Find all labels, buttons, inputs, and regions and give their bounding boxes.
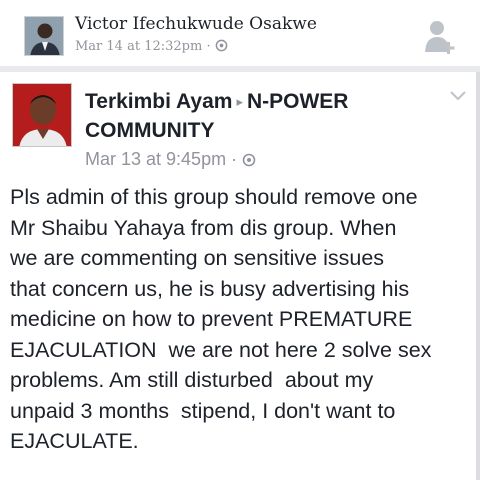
avatar[interactable] — [12, 83, 72, 147]
globe-icon — [242, 153, 256, 167]
post-menu-button[interactable] — [450, 88, 466, 101]
post-body: Pls admin of this group should remove on… — [10, 182, 472, 457]
post-header: Terkimbi Ayam ▸ N-POWER COMMUNITY — [85, 87, 445, 145]
post-text-line: Pls admin of this group should remove on… — [10, 185, 418, 209]
post-text-line: medicine on how to prevent PREMATURE — [10, 307, 413, 331]
post-text-line: EJACULATION we are not here 2 solve sex — [10, 337, 432, 362]
post-meta: Mar 13 at 9:45pm · — [85, 149, 256, 170]
post-meta: Mar 14 at 12:32pm · — [75, 39, 228, 54]
meta-separator: · — [206, 39, 211, 54]
post-card: Terkimbi Ayam ▸ N-POWER COMMUNITY Mar 13 a… — [0, 72, 480, 480]
arrow-right-icon: ▸ — [236, 94, 243, 109]
avatar[interactable] — [24, 16, 64, 56]
post-text-line: that concern us, he is busy advertising … — [10, 276, 410, 301]
person-photo-icon — [13, 84, 71, 146]
meta-separator: · — [231, 149, 238, 169]
add-friend-button[interactable] — [424, 18, 458, 56]
author-name[interactable]: Terkimbi Ayam — [85, 90, 232, 113]
post-text-line: unpaid 3 months stipend, I don't want to — [10, 398, 396, 423]
post-text-line: we are commenting on sensitive issues — [10, 246, 385, 270]
author-name[interactable]: Victor Ifechukwude Osakwe — [75, 14, 317, 34]
add-friend-icon — [425, 21, 455, 54]
post-text-line: problems. Am still disturbed about my — [10, 368, 374, 392]
post-timestamp[interactable]: Mar 14 at 12:32pm — [75, 39, 202, 54]
post-timestamp[interactable]: Mar 13 at 9:45pm — [85, 149, 226, 169]
globe-icon — [215, 39, 228, 52]
person-photo-icon — [25, 17, 63, 55]
post-text-line: EJACULATE. — [10, 429, 139, 453]
chevron-down-icon — [450, 91, 466, 101]
post-text-line: Mr Shaibu Yahaya from dis group. When — [10, 215, 397, 240]
shared-post-header: Victor Ifechukwude Osakwe Mar 14 at 12:3… — [0, 0, 480, 66]
